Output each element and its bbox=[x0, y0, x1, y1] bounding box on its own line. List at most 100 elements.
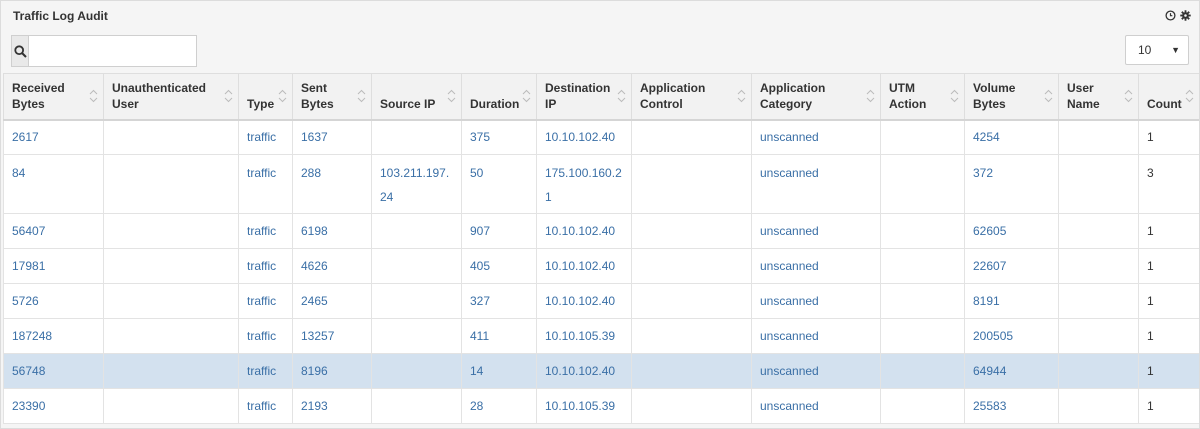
cell-duration[interactable]: 50 bbox=[461, 154, 537, 214]
cell-duration[interactable]: 375 bbox=[461, 119, 537, 155]
cell-source-ip[interactable] bbox=[371, 119, 462, 155]
cell-volume-bytes[interactable]: 25583 bbox=[964, 388, 1059, 424]
cell-unauthenticated-user[interactable] bbox=[103, 154, 239, 214]
cell-received-bytes[interactable]: 5726 bbox=[3, 283, 104, 319]
cell-application-control[interactable] bbox=[631, 353, 752, 389]
table-row[interactable]: 84 traffic 288 103.211.197.24 50 175.100… bbox=[3, 154, 1199, 214]
cell-unauthenticated-user[interactable] bbox=[103, 119, 239, 155]
cell-volume-bytes[interactable]: 8191 bbox=[964, 283, 1059, 319]
cell-type[interactable]: traffic bbox=[238, 388, 293, 424]
cell-user-name[interactable] bbox=[1058, 213, 1139, 249]
cell-application-category[interactable]: unscanned bbox=[751, 283, 881, 319]
cell-received-bytes[interactable]: 2617 bbox=[3, 119, 104, 155]
cell-type[interactable]: traffic bbox=[238, 213, 293, 249]
cell-application-control[interactable] bbox=[631, 154, 752, 214]
cell-sent-bytes[interactable]: 13257 bbox=[292, 318, 372, 354]
column-header-source-ip[interactable]: Source IP bbox=[371, 73, 462, 121]
cell-unauthenticated-user[interactable] bbox=[103, 248, 239, 284]
cell-duration[interactable]: 14 bbox=[461, 353, 537, 389]
table-row[interactable]: 56407 traffic 6198 907 10.10.102.40 unsc… bbox=[3, 213, 1199, 249]
cell-utm-action[interactable] bbox=[880, 388, 965, 424]
cell-destination-ip[interactable]: 10.10.105.39 bbox=[536, 388, 632, 424]
cell-volume-bytes[interactable]: 22607 bbox=[964, 248, 1059, 284]
cell-received-bytes[interactable]: 23390 bbox=[3, 388, 104, 424]
cell-user-name[interactable] bbox=[1058, 353, 1139, 389]
cell-volume-bytes[interactable]: 62605 bbox=[964, 213, 1059, 249]
cell-application-category[interactable]: unscanned bbox=[751, 388, 881, 424]
cell-application-control[interactable] bbox=[631, 213, 752, 249]
cell-received-bytes[interactable]: 187248 bbox=[3, 318, 104, 354]
table-row-selected[interactable]: 56748 traffic 8196 14 10.10.102.40 unsca… bbox=[3, 353, 1199, 389]
cell-utm-action[interactable] bbox=[880, 283, 965, 319]
cell-utm-action[interactable] bbox=[880, 318, 965, 354]
cell-sent-bytes[interactable]: 8196 bbox=[292, 353, 372, 389]
cell-user-name[interactable] bbox=[1058, 283, 1139, 319]
cell-utm-action[interactable] bbox=[880, 353, 965, 389]
cell-utm-action[interactable] bbox=[880, 154, 965, 214]
column-header-utm-action[interactable]: UTM Action bbox=[880, 73, 965, 121]
cell-destination-ip[interactable]: 10.10.102.40 bbox=[536, 248, 632, 284]
cell-received-bytes[interactable]: 56407 bbox=[3, 213, 104, 249]
cell-sent-bytes[interactable]: 288 bbox=[292, 154, 372, 214]
cell-source-ip[interactable] bbox=[371, 318, 462, 354]
cell-application-category[interactable]: unscanned bbox=[751, 248, 881, 284]
cell-application-control[interactable] bbox=[631, 119, 752, 155]
clock-icon[interactable] bbox=[1165, 10, 1176, 21]
cell-sent-bytes[interactable]: 2193 bbox=[292, 388, 372, 424]
cell-duration[interactable]: 907 bbox=[461, 213, 537, 249]
cell-unauthenticated-user[interactable] bbox=[103, 283, 239, 319]
cell-received-bytes[interactable]: 17981 bbox=[3, 248, 104, 284]
cell-application-category[interactable]: unscanned bbox=[751, 353, 881, 389]
cell-sent-bytes[interactable]: 6198 bbox=[292, 213, 372, 249]
search-button[interactable] bbox=[12, 36, 29, 66]
cell-type[interactable]: traffic bbox=[238, 119, 293, 155]
cell-sent-bytes[interactable]: 2465 bbox=[292, 283, 372, 319]
cell-sent-bytes[interactable]: 1637 bbox=[292, 119, 372, 155]
cell-unauthenticated-user[interactable] bbox=[103, 388, 239, 424]
cell-source-ip[interactable] bbox=[371, 248, 462, 284]
cell-user-name[interactable] bbox=[1058, 248, 1139, 284]
table-row[interactable]: 5726 traffic 2465 327 10.10.102.40 unsca… bbox=[3, 283, 1199, 319]
cell-user-name[interactable] bbox=[1058, 154, 1139, 214]
cell-volume-bytes[interactable]: 372 bbox=[964, 154, 1059, 214]
column-header-type[interactable]: Type bbox=[238, 73, 293, 121]
cell-source-ip[interactable] bbox=[371, 388, 462, 424]
column-header-destination-ip[interactable]: Destination IP bbox=[536, 73, 632, 121]
column-header-sent-bytes[interactable]: Sent Bytes bbox=[292, 73, 372, 121]
cell-destination-ip[interactable]: 10.10.105.39 bbox=[536, 318, 632, 354]
column-header-duration[interactable]: Duration bbox=[461, 73, 537, 121]
cell-destination-ip[interactable]: 10.10.102.40 bbox=[536, 213, 632, 249]
cell-unauthenticated-user[interactable] bbox=[103, 353, 239, 389]
column-header-unauthenticated-user[interactable]: Unauthenticated User bbox=[103, 73, 239, 121]
column-header-application-control[interactable]: Application Control bbox=[631, 73, 752, 121]
column-header-application-category[interactable]: Application Category bbox=[751, 73, 881, 121]
cell-destination-ip[interactable]: 10.10.102.40 bbox=[536, 119, 632, 155]
cell-type[interactable]: traffic bbox=[238, 248, 293, 284]
column-header-count[interactable]: Count bbox=[1138, 73, 1199, 121]
cell-user-name[interactable] bbox=[1058, 388, 1139, 424]
cell-user-name[interactable] bbox=[1058, 318, 1139, 354]
cell-application-control[interactable] bbox=[631, 388, 752, 424]
search-input[interactable] bbox=[29, 36, 196, 66]
cell-unauthenticated-user[interactable] bbox=[103, 213, 239, 249]
cell-type[interactable]: traffic bbox=[238, 318, 293, 354]
cell-source-ip[interactable] bbox=[371, 213, 462, 249]
cell-volume-bytes[interactable]: 200505 bbox=[964, 318, 1059, 354]
cell-source-ip[interactable] bbox=[371, 353, 462, 389]
cell-application-category[interactable]: unscanned bbox=[751, 154, 881, 214]
cell-utm-action[interactable] bbox=[880, 213, 965, 249]
cell-type[interactable]: traffic bbox=[238, 154, 293, 214]
column-header-volume-bytes[interactable]: Volume Bytes bbox=[964, 73, 1059, 121]
cell-sent-bytes[interactable]: 4626 bbox=[292, 248, 372, 284]
cell-duration[interactable]: 411 bbox=[461, 318, 537, 354]
column-header-user-name[interactable]: User Name bbox=[1058, 73, 1139, 121]
column-header-received-bytes[interactable]: Received Bytes bbox=[3, 73, 104, 121]
cell-destination-ip[interactable]: 175.100.160.21 bbox=[536, 154, 632, 214]
cell-application-control[interactable] bbox=[631, 248, 752, 284]
cell-type[interactable]: traffic bbox=[238, 353, 293, 389]
cell-unauthenticated-user[interactable] bbox=[103, 318, 239, 354]
cell-destination-ip[interactable]: 10.10.102.40 bbox=[536, 283, 632, 319]
cell-application-category[interactable]: unscanned bbox=[751, 318, 881, 354]
cell-duration[interactable]: 28 bbox=[461, 388, 537, 424]
cell-volume-bytes[interactable]: 4254 bbox=[964, 119, 1059, 155]
